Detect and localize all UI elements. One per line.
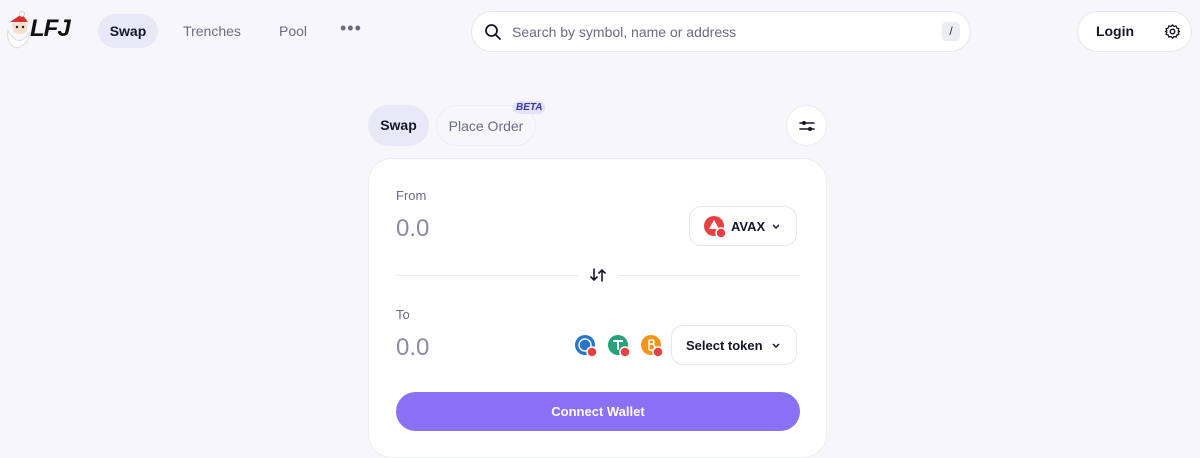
- select-token-label: Select token: [686, 338, 763, 353]
- sliders-icon: [799, 121, 815, 131]
- search-input[interactable]: [512, 20, 912, 44]
- search-bar[interactable]: /: [471, 11, 971, 52]
- nav-trenches[interactable]: Trenches: [176, 14, 248, 48]
- connect-wallet-button[interactable]: Connect Wallet: [396, 392, 800, 431]
- swap-direction-icon[interactable]: [590, 267, 606, 283]
- tab-swap[interactable]: Swap: [368, 105, 429, 146]
- lfj-logo[interactable]: LFJ: [4, 10, 82, 52]
- to-label: To: [396, 307, 410, 322]
- search-shortcut-badge: /: [942, 22, 960, 41]
- auth-group: Login: [1077, 11, 1192, 52]
- chevron-down-icon: [772, 343, 780, 349]
- beta-badge: BETA: [513, 101, 546, 114]
- gear-icon[interactable]: [1164, 23, 1181, 40]
- divider-left: [396, 275, 578, 276]
- btc-icon[interactable]: [640, 334, 664, 358]
- search-icon: [485, 24, 501, 40]
- swap-card: From AVAX To Select token: [368, 158, 827, 458]
- divider-right: [618, 275, 800, 276]
- from-amount-input[interactable]: [396, 211, 596, 247]
- from-label: From: [396, 188, 427, 203]
- avax-icon: [704, 216, 727, 239]
- chevron-down-icon: [772, 224, 780, 230]
- more-menu-button[interactable]: •••: [340, 19, 361, 42]
- nav-swap[interactable]: Swap: [98, 14, 158, 48]
- login-button[interactable]: Login: [1078, 12, 1152, 51]
- swap-settings-button[interactable]: [786, 105, 827, 146]
- usdc-icon[interactable]: [574, 334, 598, 358]
- to-token-select[interactable]: Select token: [671, 325, 797, 365]
- to-amount-input[interactable]: [396, 330, 596, 366]
- from-token-symbol: AVAX: [731, 219, 766, 234]
- swap-mode-tabs: Swap Place Order BETA: [368, 101, 827, 146]
- from-token-select[interactable]: AVAX: [689, 206, 797, 246]
- logo-text: LFJ: [30, 15, 71, 42]
- nav-pool[interactable]: Pool: [270, 14, 316, 48]
- usdt-icon[interactable]: [607, 334, 631, 358]
- top-navigation: LFJ Swap Trenches Pool ••• / Login: [0, 0, 1200, 64]
